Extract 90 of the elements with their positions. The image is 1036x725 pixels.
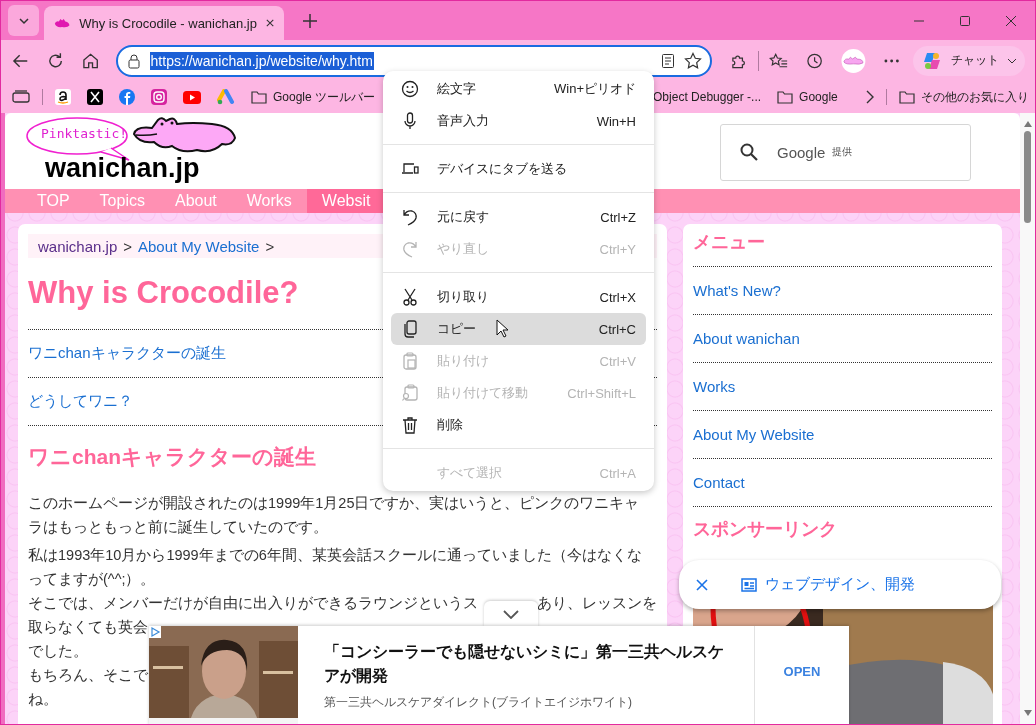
sidebar-link[interactable]: About wanichan bbox=[693, 330, 800, 347]
more-icon[interactable] bbox=[883, 58, 899, 63]
paragraph-text: あり、レッスンを bbox=[537, 594, 657, 613]
devices-icon bbox=[401, 162, 419, 176]
copy-icon bbox=[403, 320, 417, 338]
paragraph-text: ってますが(^^;）。 bbox=[28, 570, 156, 589]
mouse-cursor-icon bbox=[496, 319, 508, 338]
toc-link[interactable]: ワニchanキャラクターの誕生 bbox=[28, 344, 226, 363]
refresh-icon[interactable] bbox=[47, 51, 65, 70]
trash-icon bbox=[402, 416, 418, 434]
maximize-icon[interactable] bbox=[959, 14, 971, 27]
chevron-down-icon bbox=[503, 609, 519, 619]
clipboard-icon bbox=[403, 352, 417, 370]
ad-headline[interactable]: 「コンシーラーでも隠せないシミに」第一三共ヘルスケアが開発 bbox=[324, 640, 734, 688]
paragraph-text: 取らなくても英会 bbox=[28, 618, 148, 637]
scroll-thumb[interactable] bbox=[1024, 131, 1031, 223]
instagram-icon[interactable] bbox=[151, 89, 167, 105]
star-icon[interactable] bbox=[684, 51, 703, 70]
paragraph-text: ね。 bbox=[28, 690, 58, 709]
reader-icon[interactable] bbox=[661, 52, 676, 69]
address-bar[interactable]: https://wanichan.jp/website/why.htm bbox=[115, 44, 713, 77]
clipboard-search-icon bbox=[402, 384, 418, 402]
toc-link[interactable]: どうしてワニ？ bbox=[28, 392, 133, 411]
youtube-icon[interactable] bbox=[183, 90, 201, 104]
sidebar-link[interactable]: Works bbox=[693, 378, 736, 395]
sidebar-link[interactable]: About My Website bbox=[693, 426, 815, 443]
paragraph-text: ラはもっともっと前に誕生していたのです。 bbox=[28, 518, 328, 537]
history-icon[interactable] bbox=[805, 51, 823, 70]
scrollbar[interactable] bbox=[1020, 113, 1035, 724]
bookmark-folder[interactable]: Google ツールバー bbox=[251, 88, 376, 106]
chevron-down-icon bbox=[1006, 57, 1017, 64]
redo-icon bbox=[402, 240, 418, 258]
paragraph-text: もちろん、そこで bbox=[28, 666, 148, 685]
menu-item[interactable]: デバイスにタブを送る bbox=[391, 153, 646, 185]
scroll-down-icon[interactable] bbox=[1023, 710, 1032, 716]
breadcrumb-link[interactable]: About My Website bbox=[138, 237, 260, 255]
scissors-icon bbox=[402, 288, 418, 306]
news-icon bbox=[741, 577, 757, 592]
page-title: Why is Crocodile? bbox=[28, 275, 299, 311]
section-heading: ワニchanキャラクターの誕生 bbox=[28, 444, 316, 470]
scroll-up-icon[interactable] bbox=[1023, 121, 1032, 127]
breadcrumb-separator: > bbox=[123, 237, 132, 255]
topic-chip[interactable]: ウェブデザイン、開発 bbox=[679, 560, 1001, 609]
breadcrumb-link[interactable]: wanichan.jp bbox=[38, 237, 118, 255]
undo-icon bbox=[402, 208, 418, 226]
close-icon[interactable] bbox=[1005, 14, 1017, 27]
paragraph-text: 私は1993年10月から1999年までの6年間、某英会話スクールに通っていました（今はなくな bbox=[28, 546, 642, 565]
home-icon[interactable] bbox=[82, 51, 100, 70]
lock-icon bbox=[126, 52, 141, 69]
search-field[interactable]: Google 提供 bbox=[720, 123, 971, 181]
sidebar-link[interactable]: Contact bbox=[693, 474, 745, 491]
crocodile-icon bbox=[54, 16, 71, 30]
bookmark-link[interactable]: Object Debugger -... bbox=[653, 90, 762, 104]
smiley-icon bbox=[401, 80, 419, 98]
bookmark-folder[interactable]: Google bbox=[777, 90, 838, 104]
search-icon bbox=[740, 143, 758, 161]
facebook-icon[interactable] bbox=[119, 89, 135, 105]
folder-icon bbox=[898, 90, 915, 104]
paragraph-text: このホームページが開設されたのは1999年1月25日ですか、実はいうと、ピンクのワニキャ bbox=[28, 494, 640, 513]
sidebar-heading: メニュー bbox=[693, 231, 766, 254]
chat-button[interactable]: チャット bbox=[912, 45, 1025, 76]
browser-tab[interactable]: Why is Crocodile - wanichan.jp bbox=[44, 6, 284, 40]
adchoices-icon[interactable] bbox=[149, 626, 161, 638]
menu-item[interactable]: 元に戻す Ctrl+Z bbox=[391, 201, 646, 233]
amazon-icon[interactable] bbox=[55, 89, 71, 105]
ad-advertiser: 第一三共ヘルスケアダイレクト(ブライトエイジホワイト) bbox=[324, 694, 633, 711]
bookmark-folder[interactable]: その他のお気に入り bbox=[898, 88, 1029, 106]
folder-icon bbox=[251, 90, 267, 104]
menu-item[interactable]: 音声入力 Win+H bbox=[391, 105, 646, 137]
new-tab-icon[interactable] bbox=[302, 12, 318, 29]
paragraph-text: でした。 bbox=[28, 642, 88, 661]
menu-item[interactable]: コピー Ctrl+C bbox=[391, 313, 646, 345]
paragraph-text: そこでは、メンバーだけが自由に出入りができるラウンジというス bbox=[28, 594, 478, 613]
folder-icon bbox=[777, 90, 794, 104]
x-logo-icon[interactable] bbox=[87, 89, 103, 105]
close-icon[interactable] bbox=[265, 18, 274, 28]
collapse-ad-button[interactable] bbox=[484, 601, 538, 627]
chevron-right-icon[interactable] bbox=[865, 90, 874, 104]
sidebar-link[interactable]: What's New? bbox=[693, 282, 781, 299]
menu-item[interactable]: 切り取り Ctrl+X bbox=[391, 281, 646, 313]
ad-banner[interactable]: 「コンシーラーでも隠せないシミに」第一三共ヘルスケアが開発 第一三共ヘルスケアダイレクト(ブライトエイジホワイト) OPEN bbox=[149, 626, 849, 724]
url-text: https://wanichan.jp/website/why.htm bbox=[149, 51, 374, 70]
breadcrumb-separator: > bbox=[265, 237, 275, 255]
sidebar-heading: スポンサーリンク bbox=[693, 518, 838, 541]
collections-icon[interactable] bbox=[12, 90, 30, 104]
microphone-icon bbox=[403, 112, 417, 130]
menu-item[interactable]: 削除 bbox=[391, 409, 646, 441]
favorites-icon[interactable] bbox=[768, 51, 788, 70]
open-link[interactable]: OPEN bbox=[783, 663, 821, 679]
close-icon[interactable] bbox=[696, 578, 708, 591]
